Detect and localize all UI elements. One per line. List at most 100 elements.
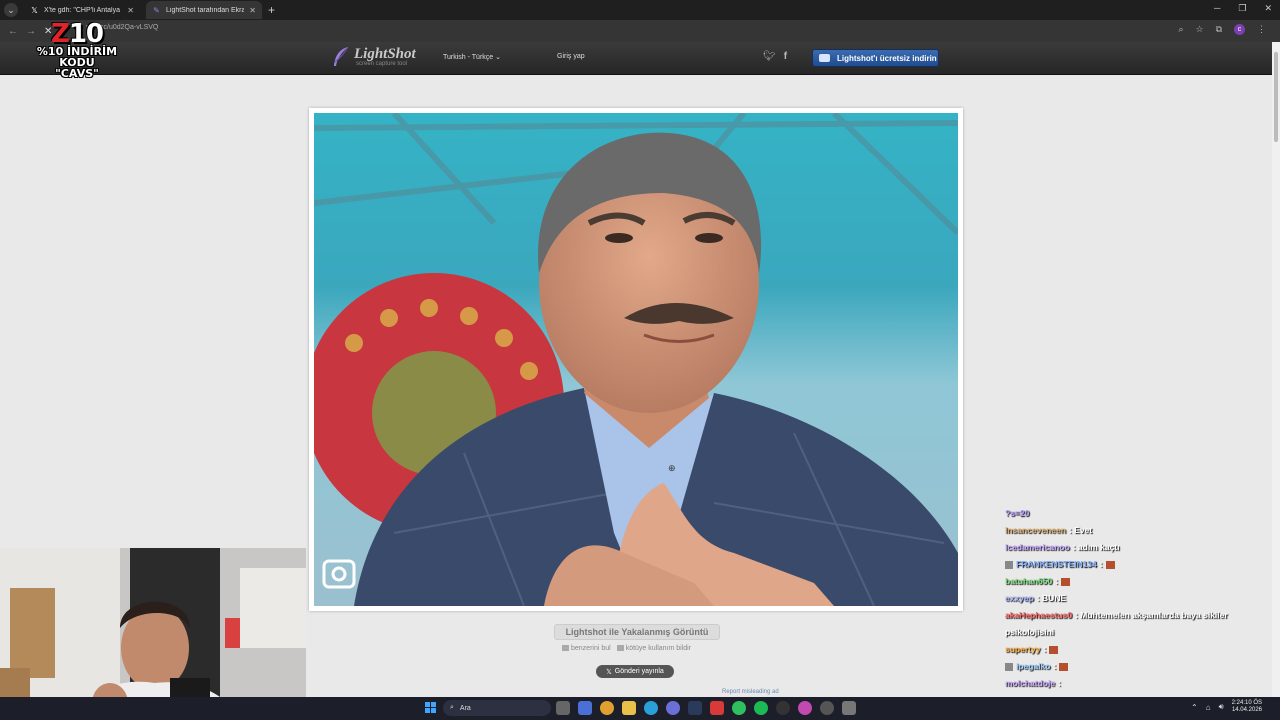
screenshot-image[interactable] [314, 113, 958, 606]
feather-icon [334, 46, 349, 66]
volume-icon[interactable]: 🔊︎ [1219, 702, 1224, 712]
social-links: 🐦︎ f [763, 51, 787, 62]
taskbar-apps [556, 701, 856, 715]
tab-search-icon[interactable]: ⌄ [4, 3, 18, 17]
menu-kebab-icon[interactable]: ⋮ [1257, 24, 1266, 35]
app-icon-3[interactable] [842, 701, 856, 715]
chat-message: batuhan650: [1005, 573, 1265, 590]
find-similar-label: benzerini bul [571, 645, 611, 652]
report-misleading-ad-link[interactable]: Report misleading ad [722, 689, 779, 695]
widgets-icon[interactable] [578, 701, 592, 715]
lightshot-header: LightShot screen capture tool Turkish - … [0, 42, 1280, 75]
page-scrollbar[interactable] [1272, 42, 1280, 697]
twitter-icon[interactable]: 🐦︎ [763, 51, 776, 62]
download-icon [819, 54, 830, 62]
chat-message: supertyy: [1005, 641, 1265, 658]
find-similar-link[interactable]: benzerini bul [562, 645, 611, 652]
chat-text: : BUNE [1036, 593, 1067, 603]
download-button-label: Lightshot'ı ücretsiz indirin [837, 53, 937, 63]
chat-text: psikolojisini [1005, 627, 1055, 637]
sponsor-promo-overlay: Z10 %10 İNDİRİM KODU "CAVS" [22, 19, 132, 80]
chat-text: : Muhtemelen akşamlarda baya sikiler [1075, 610, 1228, 620]
chat-username[interactable]: ?s=20 [1005, 508, 1029, 518]
login-link[interactable]: Giriş yap [557, 53, 585, 60]
chat-username[interactable]: akaHephaestus0 [1005, 610, 1072, 620]
chat-text: : [1058, 678, 1061, 688]
extensions-icon[interactable]: ⧉ [1216, 24, 1222, 35]
chat-username[interactable]: lcedamericanoo [1005, 542, 1070, 552]
chat-message: exxyep: BUNE [1005, 590, 1265, 607]
screenshot-photo [314, 113, 958, 606]
chevron-up-icon[interactable]: ⌃ [1191, 703, 1198, 712]
lightshot-logo[interactable]: LightShot screen capture tool [332, 46, 416, 68]
file-explorer-icon[interactable] [622, 701, 636, 715]
bookmark-star-icon[interactable]: ☆ [1195, 24, 1203, 35]
download-button[interactable]: Lightshot'ı ücretsiz indirin [812, 49, 939, 67]
close-tab-icon[interactable]: ✕ [249, 6, 256, 15]
search-icon: ⌕ [450, 704, 454, 711]
lightshot-icon: ✎ [153, 5, 160, 15]
chrome-icon[interactable] [600, 701, 614, 715]
chat-message: molchatdoje: [1005, 675, 1265, 692]
language-selector[interactable]: Turkish - Türkçe ⌄ [443, 53, 501, 61]
chat-username[interactable]: lnsanceveneen [1005, 525, 1066, 535]
chat-username[interactable]: molchatdoje [1005, 678, 1055, 688]
back-icon[interactable]: ← [8, 26, 18, 37]
windows-start-icon[interactable] [425, 702, 436, 713]
clock[interactable]: 2:24:10 ÖS 14.04.2026 [1232, 700, 1262, 714]
app-icon[interactable] [710, 701, 724, 715]
chat-emote-icon [1059, 662, 1069, 671]
whatsapp-icon[interactable] [732, 701, 746, 715]
chat-username[interactable]: supertyy [1005, 644, 1040, 654]
scrollbar-thumb[interactable] [1274, 52, 1278, 142]
sponsor-logo: Z10 [50, 19, 104, 49]
browser-tab-bar: ⌄ 𝕏 X'te gdh: "CHP'li Antalya Serik Bele… [0, 0, 1280, 20]
steam-icon[interactable] [688, 701, 702, 715]
spotify-icon[interactable] [754, 701, 768, 715]
stream-chat-overlay: ?s=20 lnsanceveneen: Evet lcedamericanoo : … [1005, 505, 1265, 709]
report-abuse-link[interactable]: kötüye kullanım bildir [616, 645, 692, 652]
address-bar-row: ← → ✕ prnt.sc/u0d2Qa-vLSVQ ⌕ ☆ ⧉ c ⋮ [0, 20, 1280, 42]
taskbar-search[interactable]: ⌕ Ara [443, 700, 551, 716]
chat-username[interactable]: ipegalko [1016, 661, 1050, 671]
zoom-icon[interactable]: ⌕ [1178, 24, 1183, 35]
edge-icon[interactable] [644, 701, 658, 715]
logo-text: LightShot [354, 46, 416, 62]
task-view-icon[interactable] [556, 701, 570, 715]
chat-emote-icon [1049, 645, 1059, 654]
chat-message: ?s=20 [1005, 505, 1265, 522]
chat-message: lnsanceveneen: Evet [1005, 522, 1265, 539]
post-on-x-button[interactable]: 𝕏 Gönderi yayınla [596, 665, 674, 678]
clock-time: 2:24:10 ÖS [1231, 700, 1262, 706]
chat-message: akaHephaestus0: Muhtemelen akşamlarda ba… [1005, 607, 1265, 624]
browser-tab-active[interactable]: ✎ LightShot tarafından Ekran Görü... ✕ [146, 1, 262, 19]
close-tab-icon[interactable]: ✕ [127, 6, 134, 15]
chat-text: : [1043, 644, 1047, 654]
restore-icon[interactable]: ❐ [1238, 3, 1246, 14]
network-icon[interactable]: ⌂ [1206, 703, 1211, 712]
logo-subtitle: screen capture tool [356, 61, 408, 67]
obs-icon[interactable] [776, 701, 790, 715]
language-label: Turkish - Türkçe [443, 54, 494, 61]
flag-icon [616, 645, 624, 652]
facebook-icon[interactable]: f [784, 51, 787, 62]
chat-emote-icon [1105, 560, 1115, 569]
minimize-icon[interactable]: ─ [1214, 3, 1220, 14]
x-logo-icon: 𝕏 [31, 5, 38, 15]
profile-avatar[interactable]: c [1234, 24, 1245, 35]
chat-username[interactable]: FRANKENSTEIN134 [1016, 559, 1097, 569]
close-window-icon[interactable]: ✕ [1264, 3, 1272, 14]
camera-small-icon [562, 645, 569, 652]
new-tab-icon[interactable]: + [268, 3, 275, 17]
chrome-profile-icon[interactable] [798, 701, 812, 715]
report-abuse-label: kötüye kullanım bildir [625, 645, 692, 652]
chat-badge-icon [1005, 560, 1013, 569]
discord-icon[interactable] [666, 701, 680, 715]
browser-tab[interactable]: 𝕏 X'te gdh: "CHP'li Antalya Serik Beled.… [24, 1, 140, 19]
chat-username[interactable]: batuhan650 [1005, 576, 1052, 586]
chevron-down-icon: ⌄ [495, 54, 502, 61]
chat-username[interactable]: exxyep [1005, 593, 1034, 603]
screenshot-frame [309, 108, 963, 611]
promo-code-text: "CAVS" [55, 67, 99, 80]
app-icon-2[interactable] [820, 701, 834, 715]
